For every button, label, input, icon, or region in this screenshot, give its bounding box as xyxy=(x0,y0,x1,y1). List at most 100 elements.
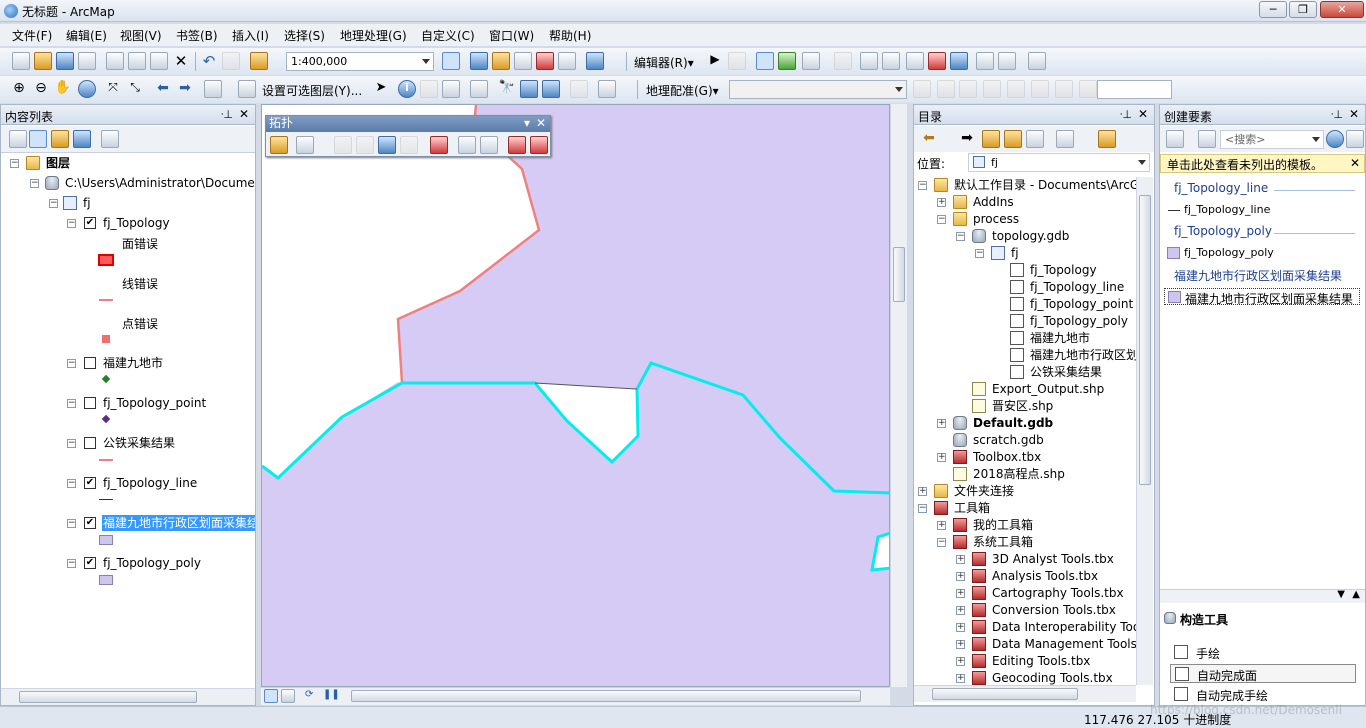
filter-icon[interactable] xyxy=(1166,130,1184,148)
scroll-thumb[interactable] xyxy=(932,688,1078,700)
new-folder-icon[interactable] xyxy=(1098,130,1116,148)
menu-windows[interactable]: 窗口(W) xyxy=(489,27,534,44)
catalog-item[interactable]: + 我的工具箱 xyxy=(914,517,1136,534)
georef-layer-combo[interactable] xyxy=(729,80,907,99)
create-features-icon[interactable] xyxy=(1028,52,1046,70)
select-elements-icon[interactable]: ➤ xyxy=(372,80,390,98)
expand-icon[interactable]: + xyxy=(918,487,927,496)
back-icon[interactable]: ⬅ xyxy=(920,130,938,148)
select-topology-icon[interactable] xyxy=(270,136,288,154)
catalog-item[interactable]: + Data Interoperability Too xyxy=(914,619,1136,636)
catalog-item[interactable]: + Analysis Tools.tbx xyxy=(914,568,1136,585)
construction-tool-item[interactable]: 自动完成面 xyxy=(1170,664,1356,683)
expand-icon[interactable]: + xyxy=(956,640,965,649)
expand-icon[interactable]: + xyxy=(956,657,965,666)
find-route-icon[interactable] xyxy=(520,80,538,98)
toc-options-icon[interactable] xyxy=(101,130,119,148)
notice-close-icon[interactable]: ✕ xyxy=(1350,156,1360,170)
print-icon[interactable] xyxy=(78,52,96,70)
clear-selection-icon[interactable] xyxy=(238,80,256,98)
map-view[interactable] xyxy=(261,104,890,687)
layer-name[interactable]: fj_Topology_line xyxy=(102,475,198,491)
feature-template[interactable]: fj_Topology_poly xyxy=(1164,245,1360,262)
new-document-icon[interactable] xyxy=(12,52,30,70)
template-group-header[interactable]: fj_Topology_poly xyxy=(1174,224,1272,238)
catalog-item[interactable]: − topology.gdb xyxy=(914,228,1136,245)
menu-file[interactable]: 文件(F) xyxy=(12,27,52,44)
open-icon[interactable] xyxy=(34,52,52,70)
catalog-close-icon[interactable]: ✕ xyxy=(1138,107,1148,121)
forward-extent-icon[interactable]: ➡ xyxy=(176,80,194,98)
add-data-icon[interactable] xyxy=(250,52,268,70)
catalog-item[interactable]: − 默认工作目录 - Documents\ArcG xyxy=(914,177,1136,194)
catalog-item[interactable]: + Data Management Tools xyxy=(914,636,1136,653)
map-h-scroll-thumb[interactable] xyxy=(351,690,861,702)
python-window-icon[interactable] xyxy=(558,52,576,70)
search-icon[interactable] xyxy=(1326,130,1344,148)
construction-tool-item[interactable]: 手绘 xyxy=(1170,643,1356,662)
minimize-button[interactable]: ─ xyxy=(1259,1,1287,18)
restore-button[interactable]: ❐ xyxy=(1289,1,1317,18)
identify-icon[interactable]: i xyxy=(398,80,416,98)
collapse-icon[interactable]: − xyxy=(10,159,19,168)
toc-path-row[interactable]: − C:\Users\Administrator\Documen xyxy=(1,175,255,192)
expand-icon[interactable]: + xyxy=(956,623,965,632)
layer-visibility-checkbox[interactable] xyxy=(84,357,96,369)
expand-icon[interactable]: + xyxy=(956,589,965,598)
rotate-icon[interactable] xyxy=(950,52,968,70)
feature-template[interactable]: 福建九地市行政区划面采集结果 xyxy=(1164,288,1360,306)
toc-layer-row[interactable]: − 福建九地市 xyxy=(1,355,255,372)
model-builder-icon[interactable] xyxy=(586,52,604,70)
splitter[interactable]: ▼ ▲ xyxy=(1160,589,1365,603)
point-icon[interactable] xyxy=(834,52,852,70)
edit-annotation-icon[interactable] xyxy=(728,52,746,70)
collapse-icon[interactable]: − xyxy=(956,232,965,241)
layer-visibility-checkbox[interactable]: ✔ xyxy=(84,477,96,489)
set-selectable-layers[interactable]: 设置可选图层(Y)... xyxy=(262,82,362,99)
redo-icon[interactable] xyxy=(222,52,240,70)
georef-extra2-icon[interactable] xyxy=(1055,80,1073,98)
georeferencing-menu[interactable]: 地理配准(G)▾ xyxy=(646,82,719,99)
reshape-edge-icon[interactable] xyxy=(356,136,374,154)
pause-drawing-icon[interactable]: ❚❚ xyxy=(323,689,341,707)
menu-bookmarks[interactable]: 书签(B) xyxy=(176,27,218,44)
menu-geoprocessing[interactable]: 地理处理(G) xyxy=(340,27,407,44)
expand-icon[interactable]: + xyxy=(956,674,965,683)
menu-customize[interactable]: 自定义(C) xyxy=(421,27,475,44)
connect-folder-icon[interactable] xyxy=(1026,130,1044,148)
add-control-points-icon[interactable] xyxy=(959,80,977,98)
save-icon[interactable] xyxy=(56,52,74,70)
collapse-icon[interactable]: − xyxy=(67,399,76,408)
template-group-header[interactable]: fj_Topology_line xyxy=(1174,181,1268,195)
cut-icon[interactable] xyxy=(106,52,124,70)
straight-segment-icon[interactable] xyxy=(756,52,774,70)
sketch-properties-icon[interactable] xyxy=(998,52,1016,70)
measure-icon[interactable] xyxy=(470,80,488,98)
layer-visibility-checkbox[interactable] xyxy=(84,437,96,449)
catalog-item[interactable]: Export_Output.shp xyxy=(914,381,1136,398)
scroll-thumb[interactable] xyxy=(19,691,197,703)
catalog-item[interactable]: scratch.gdb xyxy=(914,432,1136,449)
error-inspector-icon[interactable] xyxy=(530,136,548,154)
layer-name[interactable]: fj_Topology xyxy=(102,215,171,231)
feature-template[interactable]: fj_Topology_line xyxy=(1164,202,1360,219)
menu-insert[interactable]: 插入(I) xyxy=(232,27,269,44)
rotate-georef-icon[interactable] xyxy=(913,80,931,98)
end-point-arc-icon[interactable] xyxy=(778,52,796,70)
toolbar-close-icon[interactable]: ✕ xyxy=(536,116,546,131)
layer-visibility-checkbox[interactable]: ✔ xyxy=(84,557,96,569)
edit-tool-icon[interactable]: ▶ xyxy=(706,52,724,70)
catalog-window-icon[interactable] xyxy=(492,52,510,70)
catalog-item[interactable]: + Default.gdb xyxy=(914,415,1136,432)
map-scale-combo[interactable]: 1:400,000 xyxy=(286,52,434,71)
layer-name[interactable]: fj_Topology_poly xyxy=(102,555,202,571)
refresh-icon[interactable]: ⟳ xyxy=(305,689,323,707)
expand-icon[interactable]: + xyxy=(956,606,965,615)
menu-view[interactable]: 视图(V) xyxy=(120,27,162,44)
layer-name[interactable]: 福建九地市行政区划面采集结 xyxy=(102,515,255,531)
list-by-source-icon[interactable] xyxy=(29,130,47,148)
georef-extra3-icon[interactable] xyxy=(1079,80,1097,98)
search-window-icon[interactable] xyxy=(514,52,532,70)
view-links-icon[interactable] xyxy=(1007,80,1025,98)
layout-view-icon[interactable] xyxy=(281,689,295,703)
